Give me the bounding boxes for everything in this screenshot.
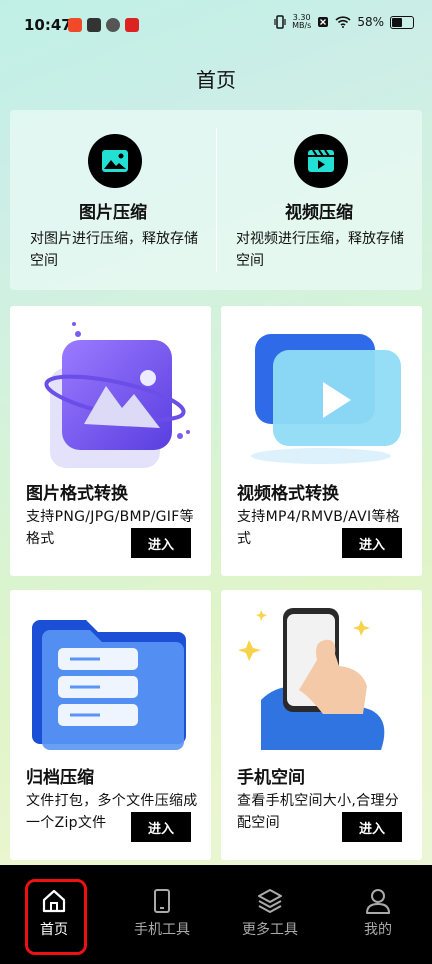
app-notification-icon [68, 18, 82, 32]
wifi-icon [335, 16, 351, 28]
status-bar: 10:47 3.30 MB/s 58% [0, 0, 432, 52]
video-compress-desc: 对视频进行压缩，释放存储空间 [236, 231, 404, 269]
tab-more-tools-label: 更多工具 [242, 922, 298, 938]
notification-icons [68, 18, 139, 32]
phone-space-card[interactable]: 手机空间 查看手机空间大小,合理分配空间 进入 [221, 590, 422, 860]
wechat-notification-icon [106, 18, 120, 32]
top-feature-card: 图片压缩 对图片进行压缩，释放存储空间 视频压缩 对视频进行压缩，释放存储空间 [10, 110, 422, 290]
tab-more-tools[interactable]: 更多工具 [216, 883, 324, 943]
tab-phone-tools-label: 手机工具 [134, 922, 190, 938]
archive-compress-card[interactable]: 归档压缩 文件打包，多个文件压缩成一个Zip文件 进入 [10, 590, 211, 860]
net-speed-unit: MB/s [292, 21, 312, 30]
tab-mine[interactable]: 我的 [324, 883, 432, 943]
phone-space-title: 手机空间 [237, 768, 305, 788]
video-icon [294, 134, 348, 188]
sim-off-icon [318, 17, 329, 27]
page-title: 首页 [196, 68, 236, 92]
image-format-enter-button[interactable]: 进入 [131, 528, 191, 558]
battery-icon [390, 15, 414, 29]
image-format-card[interactable]: 图片格式转换 支持PNG/JPG/BMP/GIF等格式 进入 [10, 306, 211, 576]
video-format-illustration [251, 334, 401, 464]
status-time: 10:47 [24, 16, 72, 34]
mail-notification-icon [87, 18, 101, 32]
image-format-illustration [44, 322, 190, 468]
phone-space-enter-button[interactable]: 进入 [342, 812, 402, 842]
vibrate-icon [274, 15, 286, 29]
image-compress-desc: 对图片进行压缩，释放存储空间 [30, 231, 198, 269]
video-format-enter-button[interactable]: 进入 [342, 528, 402, 558]
user-icon [366, 889, 390, 914]
image-compress-title: 图片压缩 [79, 203, 147, 223]
battery-level [392, 17, 402, 27]
video-format-title: 视频格式转换 [237, 484, 339, 504]
archive-compress-enter-button[interactable]: 进入 [131, 812, 191, 842]
tab-mine-label: 我的 [364, 922, 392, 938]
network-speed: 3.30 MB/s [292, 14, 311, 30]
home-tab-highlight [25, 879, 87, 955]
video-compress-item[interactable]: 视频压缩 对视频进行压缩，释放存储空间 [216, 110, 422, 290]
video-format-card[interactable]: 视频格式转换 支持MP4/RMVB/AVI等格式 进入 [221, 306, 422, 576]
archive-compress-title: 归档压缩 [26, 768, 94, 788]
layers-icon [258, 889, 282, 913]
tab-phone-tools[interactable]: 手机工具 [108, 883, 216, 943]
video-compress-title: 视频压缩 [285, 203, 353, 223]
image-compress-item[interactable]: 图片压缩 对图片进行压缩，释放存储空间 [10, 110, 216, 290]
battery-percent: 58% [357, 15, 384, 29]
news-notification-icon [125, 18, 139, 32]
phone-hand-illustration [238, 608, 385, 750]
phone-icon [154, 889, 170, 913]
image-format-title: 图片格式转换 [26, 484, 128, 504]
image-icon [88, 134, 142, 188]
archive-folder-illustration [32, 620, 186, 750]
